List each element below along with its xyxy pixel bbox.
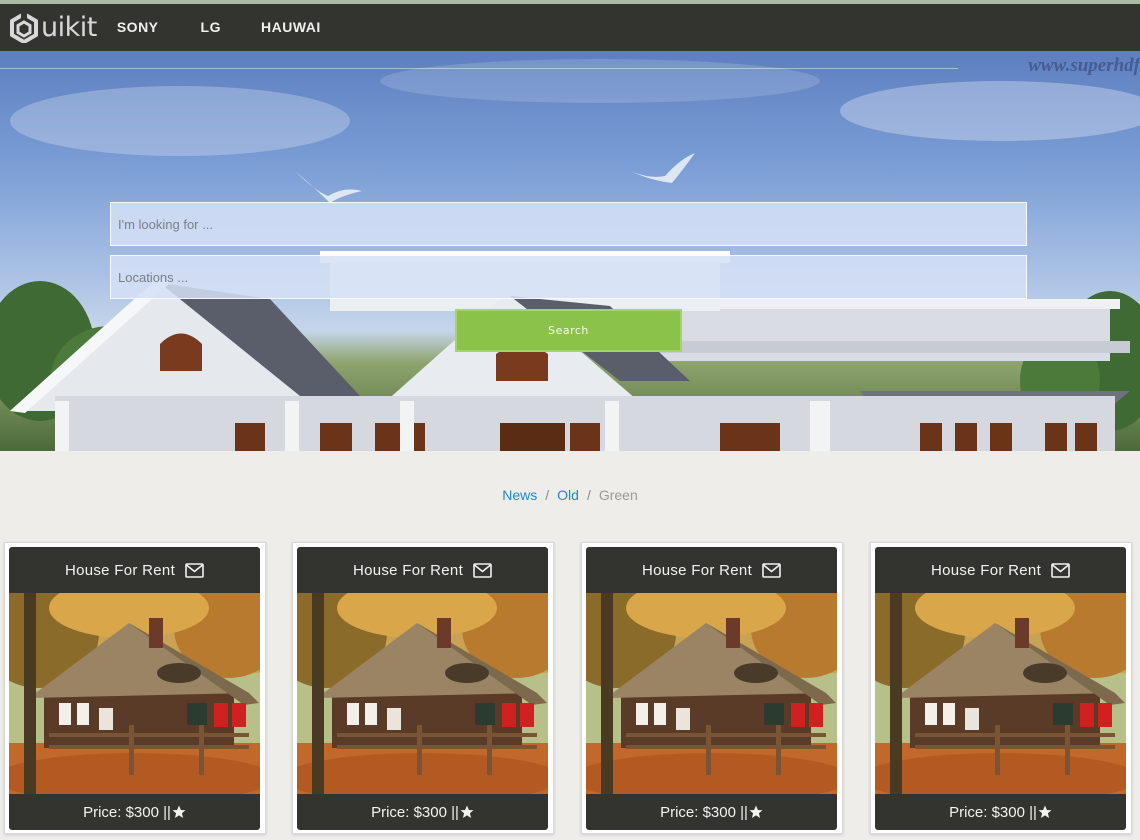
listing-card-header: House For Rent [875, 547, 1126, 593]
hero-divider [0, 68, 958, 69]
breadcrumb-separator: / [586, 487, 591, 503]
listing-price: Price: $300 || [371, 803, 459, 821]
breadcrumb-item-news[interactable]: News [502, 487, 537, 503]
mail-icon[interactable] [185, 562, 204, 578]
listing-card-footer: Price: $300 || [875, 794, 1126, 830]
listing-price: Price: $300 || [949, 803, 1037, 821]
nav-item-hauwai[interactable]: HAUWAI [261, 4, 321, 51]
listing-card-header: House For Rent [9, 547, 260, 593]
search-input[interactable] [110, 202, 1027, 246]
listing-price: Price: $300 || [83, 803, 171, 821]
breadcrumb: News / Old / Green [0, 487, 1140, 503]
listing-card: House For Rent Price: $300 || [581, 542, 843, 834]
listing-house-image[interactable] [875, 593, 1126, 794]
breadcrumb-separator: / [545, 487, 550, 503]
breadcrumb-item-green: Green [598, 487, 638, 503]
listing-card-header: House For Rent [586, 547, 837, 593]
uikit-logo-icon [10, 12, 38, 43]
location-input[interactable] [110, 255, 1027, 299]
star-icon[interactable] [460, 805, 474, 819]
nav-item-lg[interactable]: LG [201, 4, 221, 51]
search-button[interactable]: Search [455, 309, 682, 352]
star-icon[interactable] [1038, 805, 1052, 819]
listing-title: House For Rent [930, 561, 1042, 579]
listing-price: Price: $300 || [660, 803, 748, 821]
listing-card-footer: Price: $300 || [9, 794, 260, 830]
listing-house-image[interactable] [9, 593, 260, 794]
mail-icon[interactable] [1051, 562, 1070, 578]
listing-card: House For Rent Price: $300 || [870, 542, 1132, 834]
listing-title: House For Rent [64, 561, 176, 579]
listing-card-footer: Price: $300 || [586, 794, 837, 830]
listing-card: House For Rent Price: $300 || [292, 542, 554, 834]
listing-house-image[interactable] [297, 593, 548, 794]
listing-title: House For Rent [641, 561, 753, 579]
breadcrumb-item-old[interactable]: Old [557, 487, 579, 503]
mail-icon[interactable] [762, 562, 781, 578]
navbar: uikit SONY LG HAUWAI [0, 4, 1140, 51]
brand-name: uikit [41, 12, 97, 43]
nav-item-sony[interactable]: SONY [117, 4, 159, 51]
listing-card-footer: Price: $300 || [297, 794, 548, 830]
hero-banner: www.superhdf Search [0, 51, 1140, 451]
mail-icon[interactable] [473, 562, 492, 578]
star-icon[interactable] [172, 805, 186, 819]
hero-watermark: www.superhdf [1028, 55, 1140, 76]
brand-logo[interactable]: uikit [10, 4, 97, 51]
listing-house-image[interactable] [586, 593, 837, 794]
star-icon[interactable] [749, 805, 763, 819]
hero-house-image [0, 59, 1140, 451]
listing-title: House For Rent [352, 561, 464, 579]
listing-card-header: House For Rent [297, 547, 548, 593]
listing-card: House For Rent Price: $300 || [4, 542, 266, 834]
